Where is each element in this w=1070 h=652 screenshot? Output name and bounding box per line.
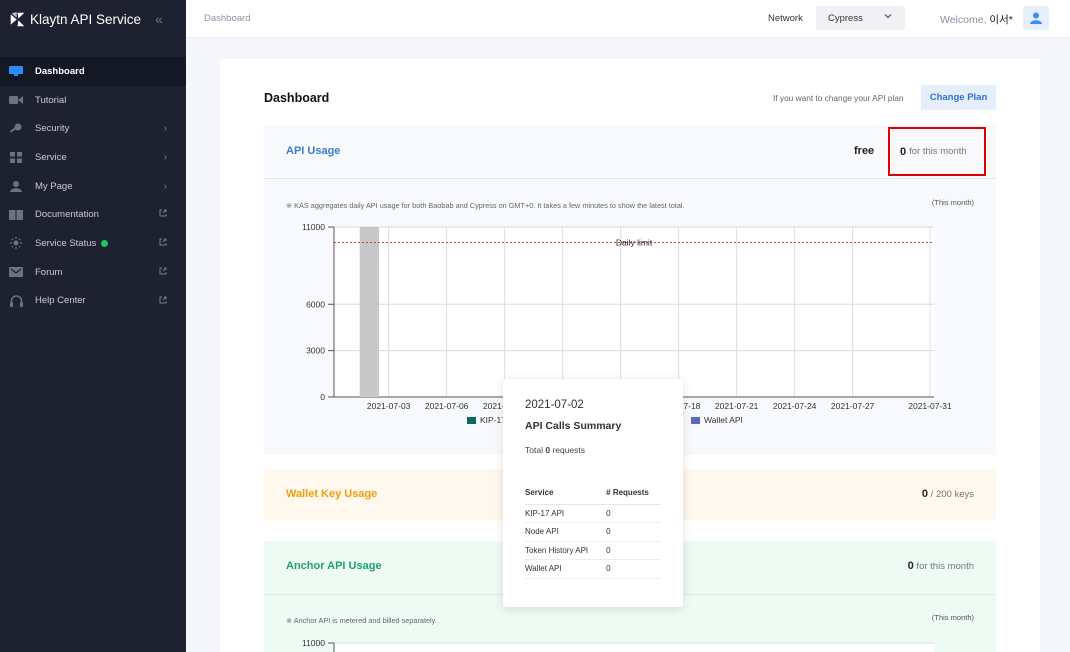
- sidebar-item-label: Tutorial: [35, 94, 67, 106]
- sidebar-item-dashboard[interactable]: Dashboard: [0, 57, 186, 86]
- sun-icon: [9, 237, 23, 250]
- klaytn-logo-icon: [10, 11, 25, 26]
- collapse-sidebar-icon[interactable]: «: [155, 11, 163, 27]
- sidebar: Klaytn API Service « Dashboard Tutorial …: [0, 0, 186, 652]
- welcome-text: Welcome,: [940, 14, 990, 26]
- column-service: Service: [525, 482, 607, 505]
- chevron-down-icon: [884, 12, 892, 23]
- sidebar-item-label: Help Center: [35, 295, 86, 307]
- legend-swatch: [691, 417, 700, 424]
- network-select[interactable]: Cypress: [816, 6, 905, 30]
- welcome-message: Welcome, 이서*: [940, 12, 1013, 27]
- row-requests: 0: [606, 522, 661, 542]
- sidebar-item-label: Security: [35, 123, 70, 135]
- book-icon: [9, 209, 23, 220]
- legend-swatch: [467, 417, 476, 424]
- sidebar-nav: Dashboard Tutorial Security › Service ›: [0, 57, 186, 315]
- row-service: Node API: [525, 522, 607, 542]
- sidebar-item-label: Service Status: [35, 237, 97, 249]
- row-service: Wallet API: [525, 559, 607, 579]
- x-tick-label: 2021-07-24: [773, 401, 817, 411]
- sidebar-item-service-status[interactable]: Service Status: [0, 229, 186, 258]
- tooltip-total-prefix: Total: [525, 445, 546, 455]
- chevron-right-icon: ›: [163, 152, 167, 164]
- external-link-icon: [159, 238, 167, 249]
- table-row: KIP-17 API 0: [525, 504, 661, 523]
- column-requests: # Requests: [606, 482, 661, 505]
- hover-highlight-bar: [359, 227, 379, 397]
- table-row: Wallet API 0: [525, 559, 661, 579]
- sidebar-item-my-page[interactable]: My Page ›: [0, 172, 186, 201]
- anchor-plot-area: [334, 643, 934, 652]
- change-plan-button[interactable]: Change Plan: [921, 85, 996, 110]
- grid-icon: [9, 151, 23, 163]
- external-link-icon: [159, 296, 167, 307]
- tooltip-table-header: Service # Requests: [525, 482, 661, 505]
- network-select-value: Cypress: [828, 13, 863, 24]
- y-tick-label: 11000: [302, 222, 325, 232]
- y-tick-label: 0: [320, 392, 325, 402]
- status-online-indicator: [101, 239, 109, 247]
- row-requests: 0: [606, 504, 661, 523]
- table-row: Node API 0: [525, 522, 661, 542]
- breadcrumb[interactable]: Dashboard: [204, 13, 250, 24]
- dashboard-icon: [9, 66, 23, 77]
- chevron-right-icon: ›: [163, 180, 167, 192]
- x-tick-label: 2021-07-31: [908, 401, 952, 411]
- tooltip-total: Total 0 requests: [525, 445, 585, 455]
- x-tick-label: 2021-07-03: [367, 401, 411, 411]
- daily-limit-label: Daily limit: [616, 237, 653, 247]
- row-service: Token History API: [525, 541, 607, 560]
- user-icon: [9, 180, 23, 192]
- sidebar-item-label: Forum: [35, 266, 63, 278]
- sidebar-item-label: Documentation: [35, 209, 99, 221]
- user-name: 이서*: [989, 14, 1013, 26]
- user-avatar-button[interactable]: [1023, 6, 1049, 30]
- page-title: Dashboard: [264, 91, 330, 105]
- sidebar-item-security[interactable]: Security ›: [0, 114, 186, 143]
- forum-icon: [9, 267, 23, 278]
- wallet-key-title: Wallet Key Usage: [286, 488, 378, 500]
- video-icon: [9, 95, 23, 106]
- table-row: Token History API 0: [525, 541, 661, 560]
- sidebar-item-label: Service: [35, 151, 67, 163]
- row-service: KIP-17 API: [525, 504, 607, 523]
- external-link-icon: [159, 267, 167, 278]
- wallet-key-usage: 0 / 200 keys: [922, 488, 974, 500]
- plan-hint: If you want to change your API plan: [773, 93, 904, 103]
- top-header: Dashboard Network Cypress Welcome, 이서*: [186, 0, 1070, 38]
- network-label: Network: [768, 13, 803, 24]
- legend-label: Wallet API: [704, 415, 743, 425]
- sidebar-item-label: Dashboard: [35, 65, 85, 77]
- wallet-key-limit: / 200 keys: [928, 489, 974, 500]
- sidebar-item-tutorial[interactable]: Tutorial: [0, 86, 186, 115]
- tooltip-table: Service # Requests KIP-17 API 0 Node API 0…: [525, 482, 661, 579]
- brand-name: Klaytn API Service: [30, 11, 142, 27]
- chart-tooltip: 2021-07-02 API Calls Summary Total 0 req…: [503, 379, 683, 607]
- x-tick-label: 2021-07-27: [831, 401, 875, 411]
- brand[interactable]: Klaytn API Service «: [0, 0, 186, 38]
- sidebar-item-label: My Page: [35, 180, 73, 192]
- tooltip-date: 2021-07-02: [525, 399, 584, 411]
- row-requests: 0: [606, 559, 661, 579]
- user-icon: [1030, 12, 1042, 24]
- sidebar-item-documentation[interactable]: Documentation: [0, 200, 186, 229]
- y-tick-label: 3000: [306, 346, 325, 356]
- x-tick-label: 2021-07-21: [715, 401, 759, 411]
- external-link-icon: [159, 209, 167, 220]
- x-tick-label: 2021-07-06: [425, 401, 469, 411]
- sidebar-item-forum[interactable]: Forum: [0, 258, 186, 287]
- chevron-right-icon: ›: [163, 123, 167, 135]
- headset-icon: [9, 295, 23, 307]
- plot-area: [334, 227, 934, 397]
- sidebar-item-help-center[interactable]: Help Center: [0, 287, 186, 316]
- y-tick-label: 6000: [306, 299, 325, 309]
- tooltip-total-suffix: requests: [550, 445, 586, 455]
- anchor-y-tick-label: 11000: [302, 638, 325, 648]
- tooltip-subtitle: API Calls Summary: [525, 420, 622, 432]
- row-requests: 0: [606, 541, 661, 560]
- key-icon: [9, 123, 23, 134]
- sidebar-item-service[interactable]: Service ›: [0, 143, 186, 172]
